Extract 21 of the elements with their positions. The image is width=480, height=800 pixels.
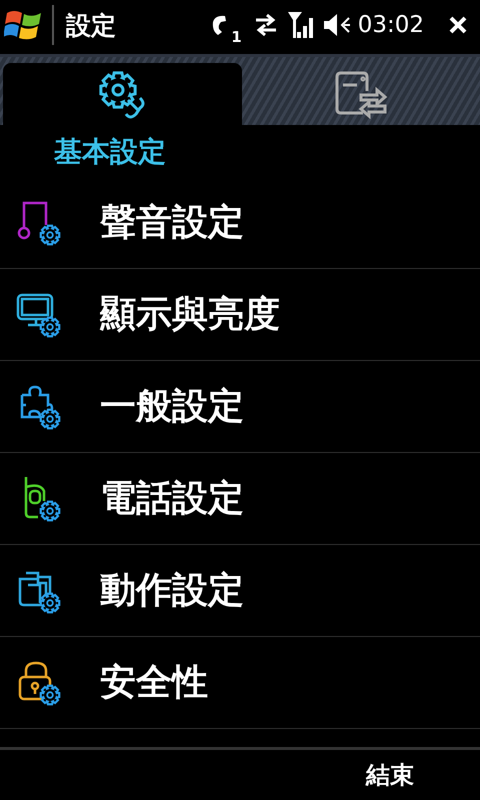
clock-time: 03:02 (358, 12, 424, 38)
settings-item[interactable]: 顯示與亮度 (0, 269, 480, 361)
device-transfer-icon (332, 69, 389, 119)
settings-label: 顯示與亮度 (100, 293, 280, 337)
settings-item[interactable]: 聲音設定 (0, 177, 480, 269)
settings-label: 安全性 (100, 661, 208, 705)
settings-label: 動作設定 (100, 569, 244, 613)
settings-item[interactable]: 動作設定 (0, 545, 480, 637)
settings-item[interactable]: 一般設定 (0, 361, 480, 453)
settings-label: 聲音設定 (100, 201, 244, 245)
settings-item[interactable]: 電話設定 (0, 453, 480, 545)
close-icon[interactable] (448, 15, 468, 35)
section-title: 基本設定 (53, 134, 167, 170)
settings-label: 一般設定 (100, 385, 244, 429)
line-number: 1 (231, 28, 242, 46)
settings-label: 電話設定 (100, 477, 244, 521)
settings-item[interactable]: 安全性 (0, 637, 480, 729)
signal-icon (286, 10, 316, 40)
window-title: 設定 (66, 10, 116, 42)
exit-softkey[interactable]: 結束 (360, 755, 420, 795)
tab[interactable] (3, 63, 242, 125)
